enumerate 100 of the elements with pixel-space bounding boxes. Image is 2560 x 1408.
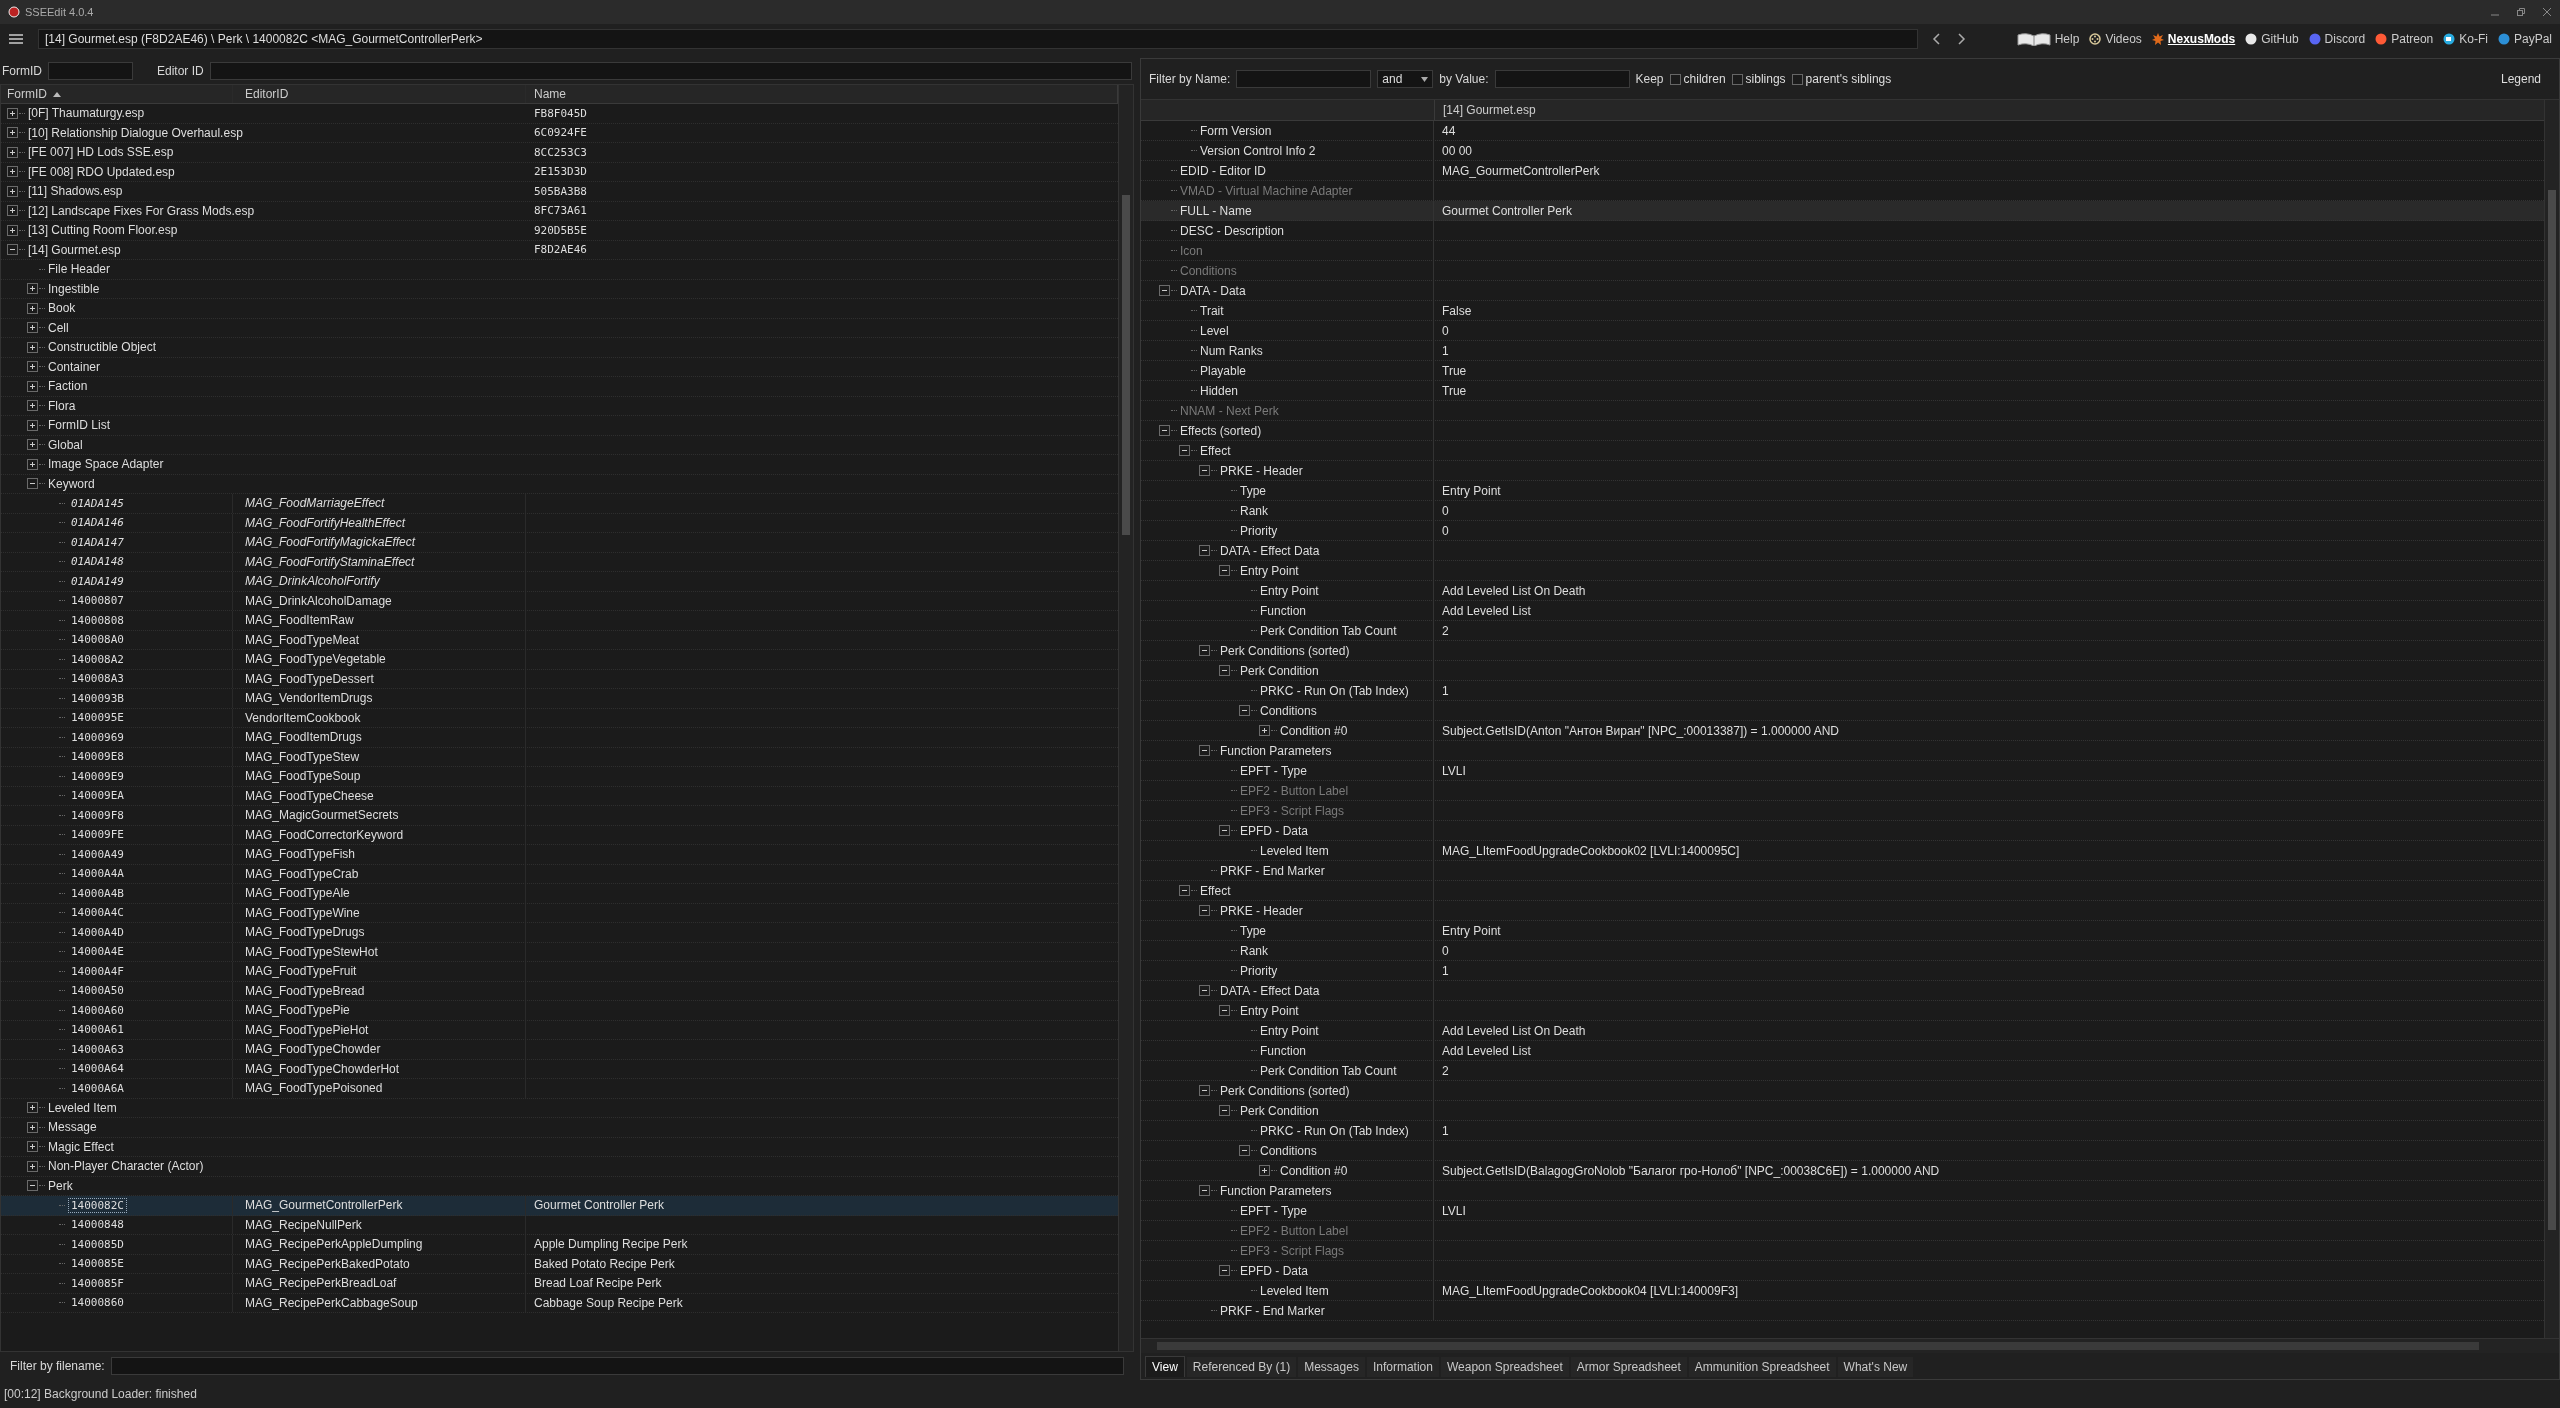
tree-row[interactable]: Perk Conditions (sorted) — [1141, 1081, 2544, 1101]
expand-icon[interactable] — [27, 400, 38, 412]
tree-row[interactable]: Type Entry Point — [1141, 921, 2544, 941]
tree-row[interactable]: DATA - Effect Data — [1141, 981, 2544, 1001]
tree-row[interactable]: 1400093B MAG_VendorItemDrugs — [1, 689, 1118, 709]
tree-row[interactable]: EPFT - Type LVLI — [1141, 1201, 2544, 1221]
tree-row[interactable]: FULL - Name Gourmet Controller Perk — [1141, 201, 2544, 221]
tree-row[interactable]: 14000808 MAG_FoodItemRaw — [1, 611, 1118, 631]
tree-row[interactable]: Conditions — [1141, 701, 2544, 721]
logo-icon[interactable] — [2245, 33, 2258, 45]
tree-row[interactable]: 14000A61 MAG_FoodTypePieHot — [1, 1020, 1118, 1040]
tree-row[interactable]: 14000A49 MAG_FoodTypeFish — [1, 845, 1118, 865]
tree-row[interactable]: Perk Condition — [1141, 1101, 2544, 1121]
expand-icon[interactable] — [27, 361, 38, 373]
tree-row[interactable]: 14000860 MAG_RecipePerkCabbageSoup Cabbage Soup Recipe Perk — [1, 1293, 1118, 1313]
collapse-icon[interactable] — [1199, 645, 1210, 656]
checkbox[interactable] — [1731, 73, 1743, 85]
tree-row[interactable]: EPFD - Data — [1141, 1261, 2544, 1281]
collapse-icon[interactable] — [27, 478, 38, 490]
tree-row[interactable]: Form Version 44 — [1141, 121, 2544, 141]
tree-row[interactable]: Leveled Item MAG_LItemFoodUpgradeCookbook04 [LVLI:140009F3] — [1141, 1281, 2544, 1301]
tree-row[interactable]: EPFT - Type LVLI — [1141, 761, 2544, 781]
tree-row[interactable]: 14000A63 MAG_FoodTypeChowder — [1, 1040, 1118, 1060]
tree-row[interactable]: Num Ranks 1 — [1141, 341, 2544, 361]
tree-row[interactable]: EDID - Editor ID MAG_GourmetControllerPerk — [1141, 161, 2544, 181]
collapse-icon[interactable] — [1159, 285, 1170, 296]
collapse-icon[interactable] — [1219, 1105, 1230, 1116]
operator-dropdown[interactable]: and — [1377, 70, 1434, 88]
legend-button[interactable]: Legend — [2490, 72, 2551, 86]
name-filter-field[interactable] — [1236, 70, 1372, 88]
tree-row[interactable]: 14000A4E MAG_FoodTypeStewHot — [1, 942, 1118, 962]
reel-icon[interactable] — [2089, 33, 2102, 45]
tree-row[interactable]: Type Entry Point — [1141, 481, 2544, 501]
tree-row[interactable]: Hidden True — [1141, 381, 2544, 401]
scrollbar[interactable] — [2544, 100, 2559, 1338]
tree-row[interactable]: 14000807 MAG_DrinkAlcoholDamage — [1, 591, 1118, 611]
tree-row[interactable]: 14000848 MAG_RecipeNullPerk — [1, 1215, 1118, 1235]
collapse-icon[interactable] — [1239, 1145, 1250, 1156]
collapse-icon[interactable] — [1199, 745, 1210, 756]
tree-row[interactable]: 14000A4F MAG_FoodTypeFruit — [1, 962, 1118, 982]
collapse-icon[interactable] — [1199, 1085, 1210, 1096]
tree-row[interactable]: 140009EA MAG_FoodTypeCheese — [1, 786, 1118, 806]
tree-row[interactable]: Function Parameters — [1141, 1181, 2544, 1201]
tree-row[interactable]: PRKE - Header — [1141, 901, 2544, 921]
checkbox[interactable] — [1791, 73, 1803, 85]
expand-icon[interactable] — [1259, 1165, 1270, 1176]
tab[interactable]: Ammunition Spreadsheet — [1688, 1357, 1836, 1377]
tree-row[interactable]: Conditions — [1141, 1141, 2544, 1161]
tree-row[interactable]: 140008A2 MAG_FoodTypeVegetable — [1, 650, 1118, 670]
tree-row[interactable]: 01ADA147 MAG_FoodFortifyMagickaEffect — [1, 533, 1118, 553]
tree-row[interactable]: 140009F8 MAG_MagicGourmetSecrets — [1, 806, 1118, 826]
tree-row[interactable]: 14000A4C MAG_FoodTypeWine — [1, 903, 1118, 923]
tree-row[interactable]: Perk Condition Tab Count 2 — [1141, 621, 2544, 641]
scrollbar-thumb[interactable] — [2548, 190, 2556, 1230]
tree-row[interactable]: 14000A60 MAG_FoodTypePie — [1, 1001, 1118, 1021]
tree-row[interactable]: DATA - Data — [1141, 281, 2544, 301]
tree-row[interactable]: Entry Point Add Leveled List On Death — [1141, 581, 2544, 601]
tree-row[interactable]: 14000A4D MAG_FoodTypeDrugs — [1, 923, 1118, 943]
form-id-field[interactable] — [48, 62, 133, 80]
scrollbar[interactable] — [1141, 1338, 2559, 1353]
expand-icon[interactable] — [7, 107, 18, 119]
column-header[interactable]: FormID — [1, 85, 233, 103]
tree-row[interactable]: 140008A0 MAG_FoodTypeMeat — [1, 630, 1118, 650]
expand-icon[interactable] — [27, 283, 38, 295]
path-field[interactable]: [14] Gourmet.esp (F8D2AE46) \ Perk \ 1400082C <MAG_GourmetControllerPerk> — [38, 29, 1918, 49]
tree-row[interactable]: 140009FE MAG_FoodCorrectorKeyword — [1, 825, 1118, 845]
tree-row[interactable]: 01ADA149 MAG_DrinkAlcoholFortify — [1, 572, 1118, 592]
expand-icon[interactable] — [7, 146, 18, 158]
expand-icon[interactable] — [7, 205, 18, 217]
filename-filter-field[interactable] — [110, 1357, 1124, 1375]
tree-row[interactable]: Rank 0 — [1141, 501, 2544, 521]
tree-row[interactable]: 1400095E VendorItemCookbook — [1, 708, 1118, 728]
menu-icon[interactable] — [8, 33, 24, 45]
toolbar-link[interactable]: Help — [2054, 32, 2080, 46]
tree-row[interactable]: Effect — [1141, 881, 2544, 901]
tree-row[interactable]: 14000A4B MAG_FoodTypeAle — [1, 884, 1118, 904]
tree-row[interactable]: Playable True — [1141, 361, 2544, 381]
collapse-icon[interactable] — [1219, 565, 1230, 576]
tree-row[interactable]: PRKC - Run On (Tab Index) 1 — [1141, 1121, 2544, 1141]
scrollbar[interactable] — [1118, 85, 1133, 1351]
tab[interactable]: Referenced By (1) — [1186, 1357, 1297, 1377]
collapse-icon[interactable] — [1199, 1185, 1210, 1196]
expand-icon[interactable] — [27, 341, 38, 353]
cup-icon[interactable] — [2443, 33, 2456, 45]
tab[interactable]: Armor Spreadsheet — [1570, 1357, 1687, 1377]
tree-row[interactable]: Perk Conditions (sorted) — [1141, 641, 2544, 661]
tree-row[interactable]: Effect — [1141, 441, 2544, 461]
tab[interactable]: View — [1145, 1356, 1185, 1377]
expand-icon[interactable] — [27, 439, 38, 451]
tree-row[interactable]: 14000A64 MAG_FoodTypeChowderHot — [1, 1059, 1118, 1079]
restore-icon[interactable] — [2516, 7, 2526, 17]
column-header[interactable]: EditorID — [233, 85, 526, 103]
expand-icon[interactable] — [27, 302, 38, 314]
tree-row[interactable]: 140009E9 MAG_FoodTypeSoup — [1, 767, 1118, 787]
expand-icon[interactable] — [27, 419, 38, 431]
collapse-icon[interactable] — [7, 244, 18, 256]
collapse-icon[interactable] — [1219, 665, 1230, 676]
expand-icon[interactable] — [1259, 725, 1270, 736]
collapse-icon[interactable] — [1199, 465, 1210, 476]
tree-row[interactable]: Condition #0 Subject.GetIsID(BalagogGroNolob "Балагог гро-Нолоб" [NPC_:00038C6E]) = 1.000000 AND — [1141, 1161, 2544, 1181]
